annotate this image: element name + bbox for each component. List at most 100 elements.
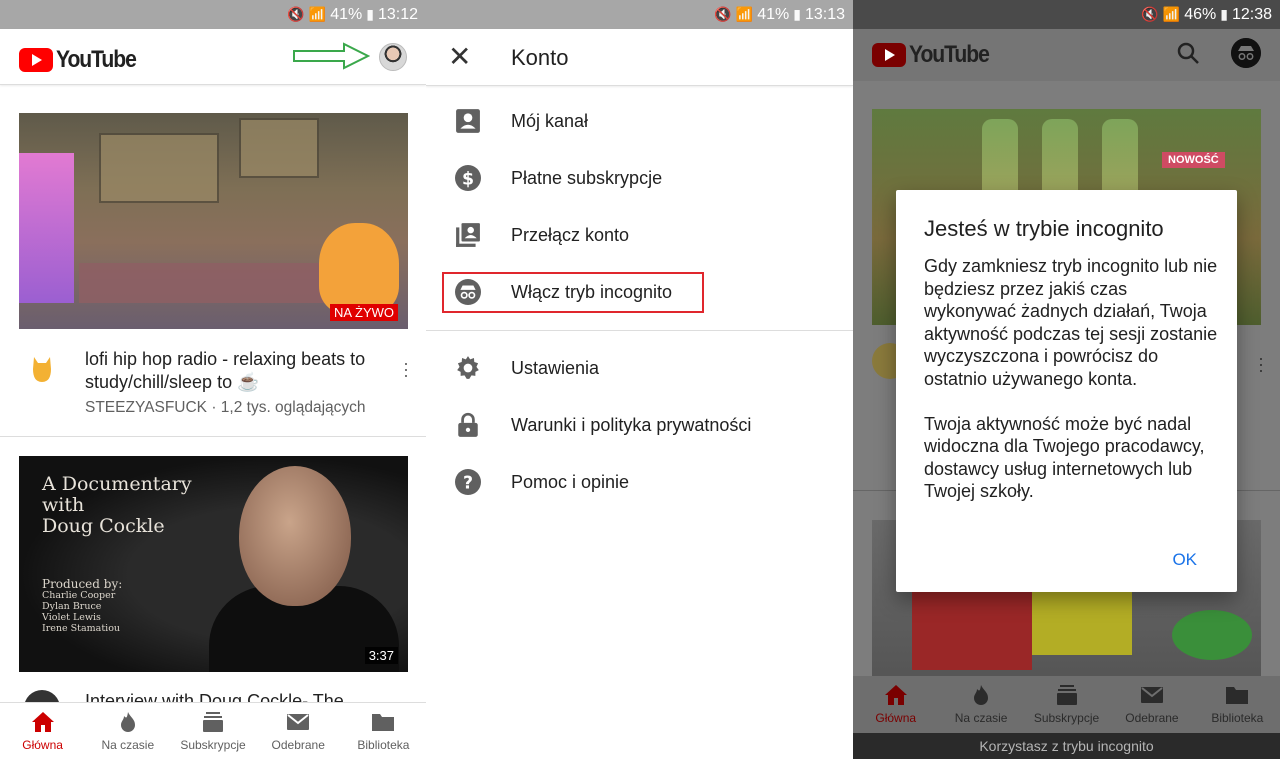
svg-text:?: ?: [463, 474, 473, 494]
clock: 13:12: [377, 5, 418, 23]
dialog-title: Jesteś w trybie incognito: [924, 216, 1164, 241]
nav-home[interactable]: Główna: [0, 703, 85, 759]
thumb-person: [209, 466, 399, 672]
credit-line: Violet Lewis: [42, 612, 101, 623]
battery-level: 41%: [757, 5, 790, 23]
incognito-banner: Korzystasz z trybu incognito: [853, 733, 1280, 759]
youtube-wordmark: YouTube: [56, 46, 137, 73]
help-icon: ?: [455, 469, 481, 495]
divider: [426, 330, 853, 331]
status-bar: 🔇 📶 41% ▮ 13:13: [426, 0, 853, 29]
page-title: Konto: [511, 45, 569, 70]
video-thumbnail[interactable]: NA ŻYWO: [19, 113, 408, 329]
search-icon[interactable]: [1176, 41, 1200, 65]
nav-inbox[interactable]: Odebrane: [256, 703, 341, 759]
battery-icon: ▮: [1220, 6, 1228, 22]
youtube-logo[interactable]: YouTube: [19, 46, 147, 74]
thumb-art: [99, 133, 219, 203]
thumb-title-text: A Documentary with Doug Cockle: [42, 473, 192, 537]
menu-label: Płatne subskrypcje: [511, 167, 663, 188]
more-options-icon[interactable]: · · ·: [402, 354, 410, 384]
credit-line: Dylan Bruce: [42, 601, 102, 612]
duration-badge: 3:37: [364, 647, 398, 664]
menu-item-switch-account[interactable]: Przełącz konto: [426, 210, 853, 260]
wifi-signal-icon: 📶: [735, 6, 754, 22]
youtube-wordmark: YouTube: [909, 41, 990, 68]
lock-icon: [458, 412, 478, 437]
menu-item-settings[interactable]: Ustawienia: [426, 343, 853, 393]
menu-label: Pomoc i opinie: [511, 471, 630, 492]
dialog-paragraph: Gdy zamkniesz tryb incognito lub nie będ…: [924, 256, 1218, 389]
thumb-art: [239, 118, 319, 178]
nav-label: Główna: [875, 711, 917, 725]
nav-inbox[interactable]: Odebrane: [1109, 676, 1194, 733]
account-menu-screen: 🔇 📶 41% ▮ 13:13 ✕ Konto Mój kanał $ Płat…: [426, 0, 853, 759]
svg-text:$: $: [462, 170, 474, 190]
thumb-art: [1172, 610, 1252, 660]
menu-label: Mój kanał: [511, 110, 589, 131]
video-subtitle: STEEZYASFUCK · 1,2 tys. oglądających: [85, 399, 366, 416]
nav-library[interactable]: Biblioteka: [1195, 676, 1280, 733]
home-icon: [884, 685, 907, 705]
top-app-bar: YouTube: [853, 29, 1280, 81]
youtube-logo[interactable]: YouTube: [872, 41, 1000, 69]
green-arrow-icon: [293, 42, 370, 70]
home-screen: 🔇 📶 41% ▮ 13:12 YouTube NA ŻYWO lofi hip…: [0, 0, 426, 759]
menu-item-paid-subscriptions[interactable]: $ Płatne subskrypcje: [426, 153, 853, 203]
bottom-navigation: Główna Na czasie Subskrypcje Odebrane Bi…: [853, 676, 1280, 733]
nav-subscriptions[interactable]: Subskrypcje: [1024, 676, 1109, 733]
incognito-dialog: Jesteś w trybie incognito Gdy zamkniesz …: [896, 190, 1237, 592]
nav-subscriptions[interactable]: Subskrypcje: [170, 703, 255, 759]
nav-label: Na czasie: [954, 711, 1008, 725]
nav-label: Biblioteka: [357, 737, 410, 752]
menu-label: Ustawienia: [511, 357, 600, 378]
nav-label: Odebrane: [271, 737, 325, 752]
nav-label: Subskrypcje: [1033, 711, 1100, 725]
video-title[interactable]: lofi hip hop radio - relaxing beats to s…: [85, 348, 385, 394]
nav-label: Biblioteka: [1211, 711, 1264, 725]
account-box-icon: [456, 109, 480, 133]
menu-header: ✕ Konto: [426, 29, 853, 86]
ok-button[interactable]: OK: [1172, 550, 1197, 570]
battery-icon: ▮: [366, 6, 374, 22]
menu-label: Warunki i polityka prywatności: [511, 414, 752, 435]
menu-label: Przełącz konto: [511, 224, 630, 245]
home-icon: [31, 711, 54, 732]
new-badge: NOWOŚĆ: [1162, 152, 1225, 168]
channel-avatar[interactable]: [24, 349, 60, 385]
thumb-art: [912, 580, 1032, 670]
flame-icon: [120, 711, 135, 732]
thumb-art: [239, 466, 351, 606]
thumb-art: [19, 153, 74, 303]
mail-icon: [287, 713, 310, 730]
nav-trending[interactable]: Na czasie: [85, 703, 170, 759]
thumb-art: [79, 263, 339, 303]
account-avatar[interactable]: [379, 43, 407, 71]
battery-level: 41%: [330, 5, 363, 23]
menu-item-terms-privacy[interactable]: Warunki i polityka prywatności: [426, 400, 853, 450]
menu-item-my-channel[interactable]: Mój kanał: [426, 96, 853, 146]
video-thumbnail[interactable]: A Documentary with Doug Cockle Produced …: [19, 456, 408, 672]
more-options-icon[interactable]: · · ·: [1258, 349, 1264, 379]
nav-trending[interactable]: Na czasie: [938, 676, 1023, 733]
flame-icon: [974, 685, 989, 705]
mail-icon: [1140, 687, 1163, 703]
clock: 12:38: [1231, 5, 1272, 23]
credits-heading: Produced by:: [42, 577, 123, 591]
close-icon[interactable]: ✕: [448, 43, 471, 71]
nav-home[interactable]: Główna: [853, 676, 938, 733]
wifi-signal-icon: 📶: [308, 6, 327, 22]
subscriptions-icon: [203, 711, 223, 732]
dialog-paragraph: Twoja aktywność może być nadal widoczna …: [924, 413, 1205, 502]
credit-line: Irene Stamatiou: [42, 623, 121, 634]
gear-icon: [457, 356, 479, 379]
nav-library[interactable]: Biblioteka: [341, 703, 426, 759]
credit-line: Charlie Cooper: [42, 590, 116, 601]
youtube-play-icon: [872, 43, 906, 67]
thumb-art: [319, 223, 399, 313]
incognito-avatar-icon[interactable]: [1231, 38, 1261, 68]
menu-item-help-feedback[interactable]: ? Pomoc i opinie: [426, 457, 853, 507]
thumb-credits: Produced by: Charlie Cooper Dylan Bruce …: [42, 577, 123, 634]
subscriptions-icon: [1056, 685, 1077, 705]
wifi-signal-icon: 📶: [1162, 6, 1181, 22]
